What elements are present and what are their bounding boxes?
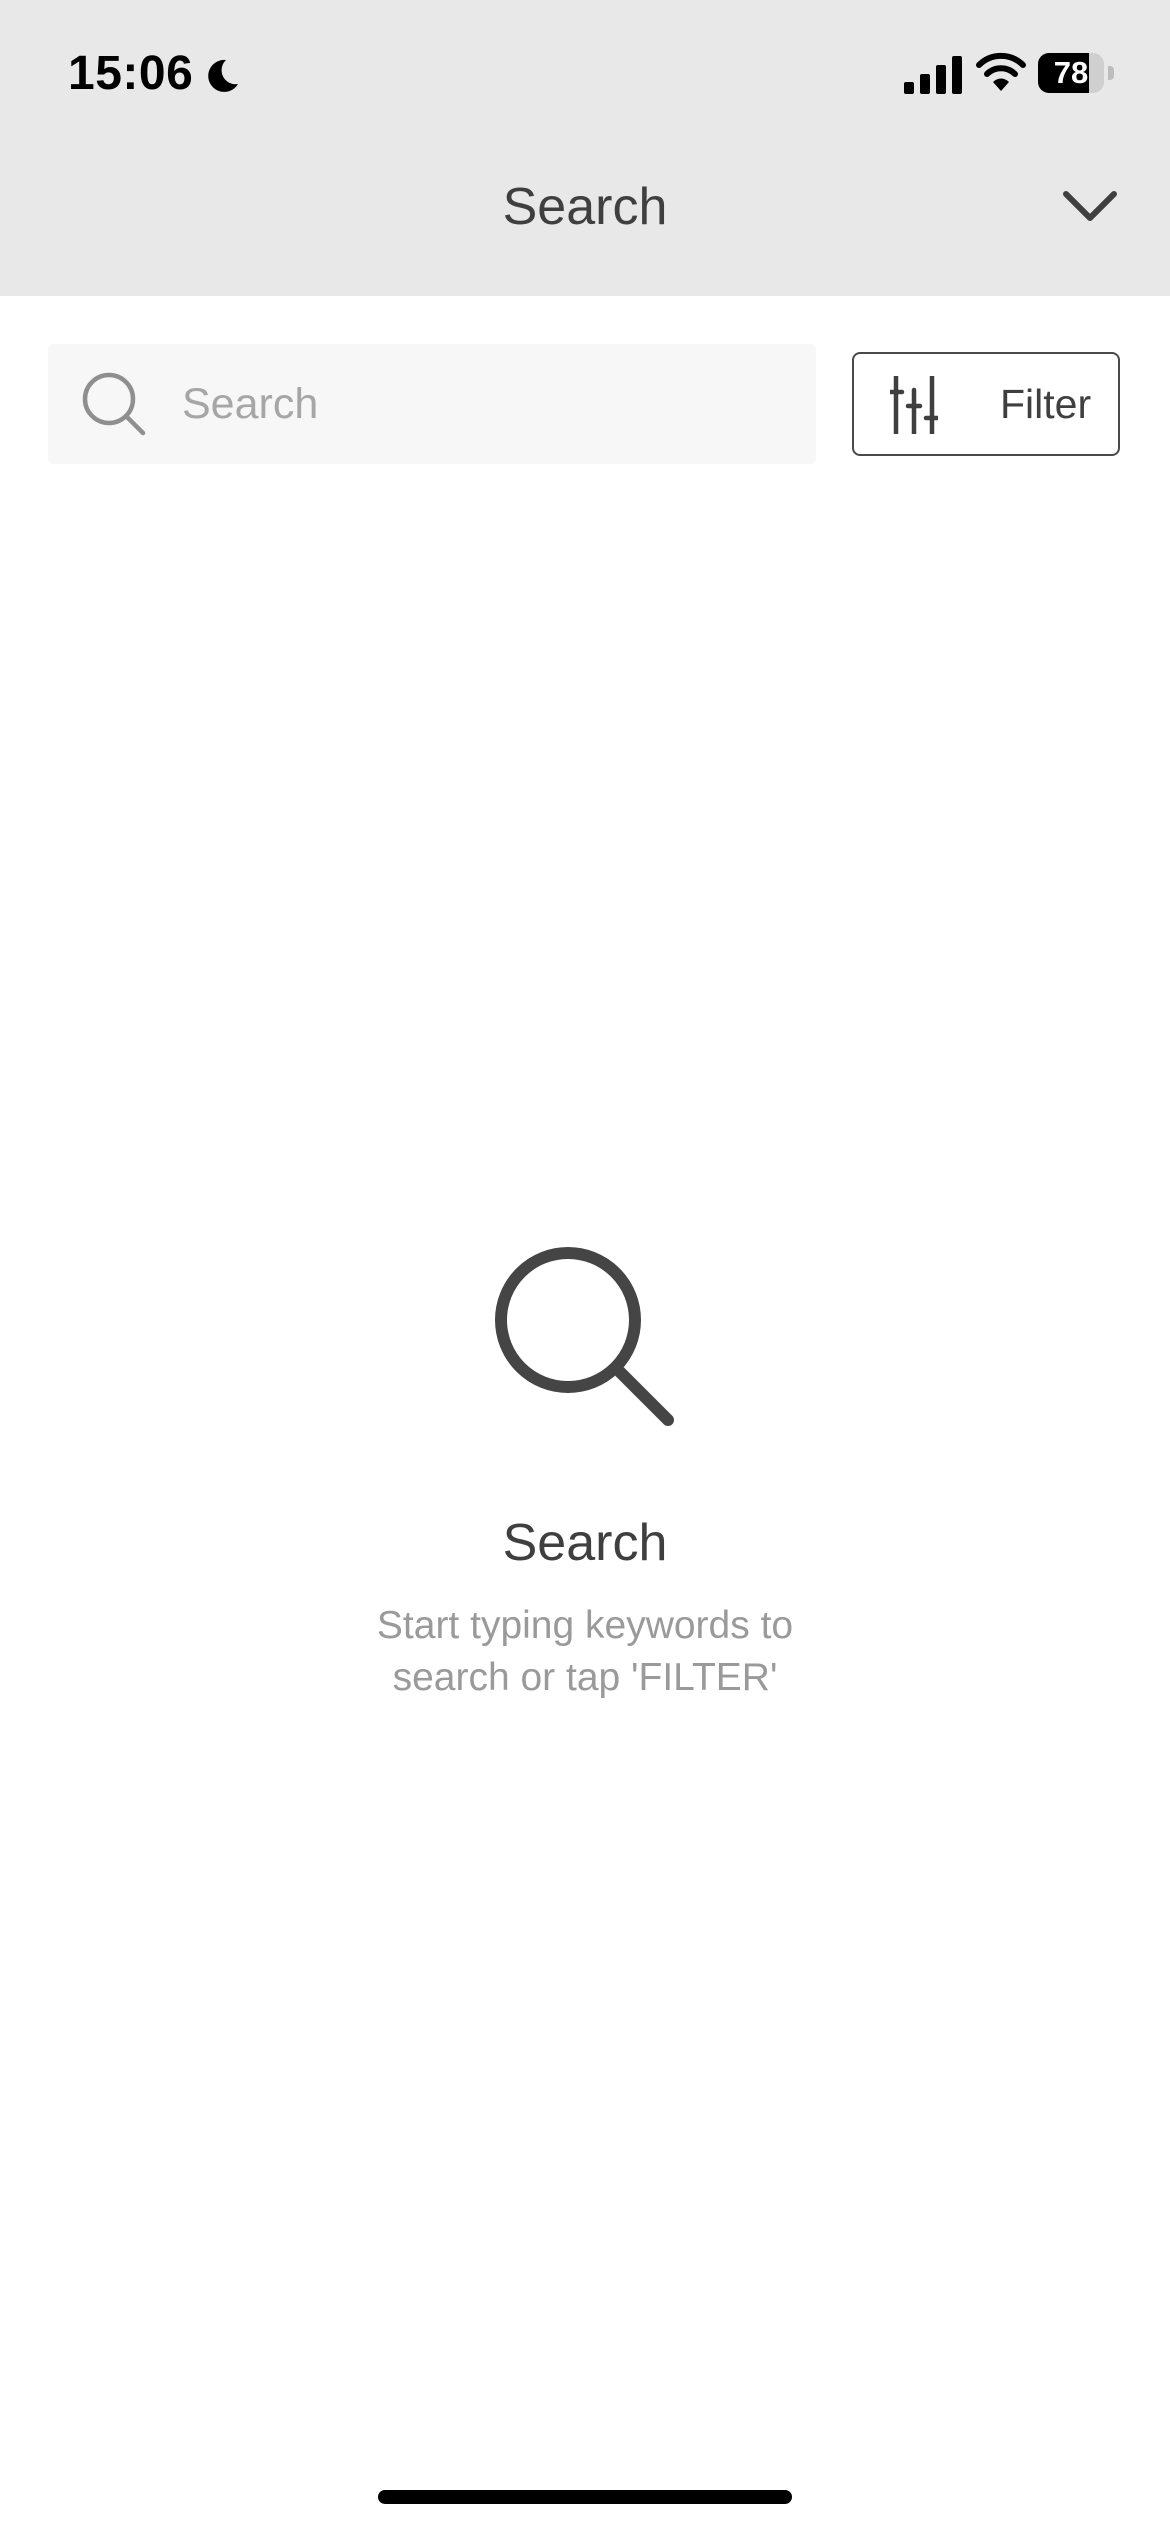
signal-icon [904, 56, 962, 94]
sliders-icon [890, 376, 938, 434]
search-icon [495, 1247, 674, 1426]
battery-icon: 78 [1038, 53, 1116, 93]
battery-label: 78 [1053, 55, 1089, 90]
search-input[interactable] [182, 364, 782, 444]
filter-label: Filter [1000, 381, 1092, 427]
search-screen: 15:06 78 Search Search Filter Search Sta… [0, 0, 1170, 2532]
chevron-down-icon [1063, 191, 1117, 221]
top-bar: 15:06 78 Search [0, 0, 1170, 296]
collapse-button[interactable] [1056, 176, 1124, 236]
empty-state-message: Start typing keywords to search or tap '… [376, 1604, 794, 1699]
page-title: Search [502, 178, 668, 236]
home-indicator[interactable] [378, 2490, 792, 2504]
moon-icon [208, 59, 238, 92]
wifi-icon [976, 52, 1026, 91]
empty-state-title: Search [502, 1514, 668, 1572]
search-bar[interactable] [48, 344, 816, 464]
search-icon [82, 372, 146, 436]
status-time: 15:06 [68, 47, 194, 100]
filter-button[interactable]: Filter [852, 352, 1120, 456]
